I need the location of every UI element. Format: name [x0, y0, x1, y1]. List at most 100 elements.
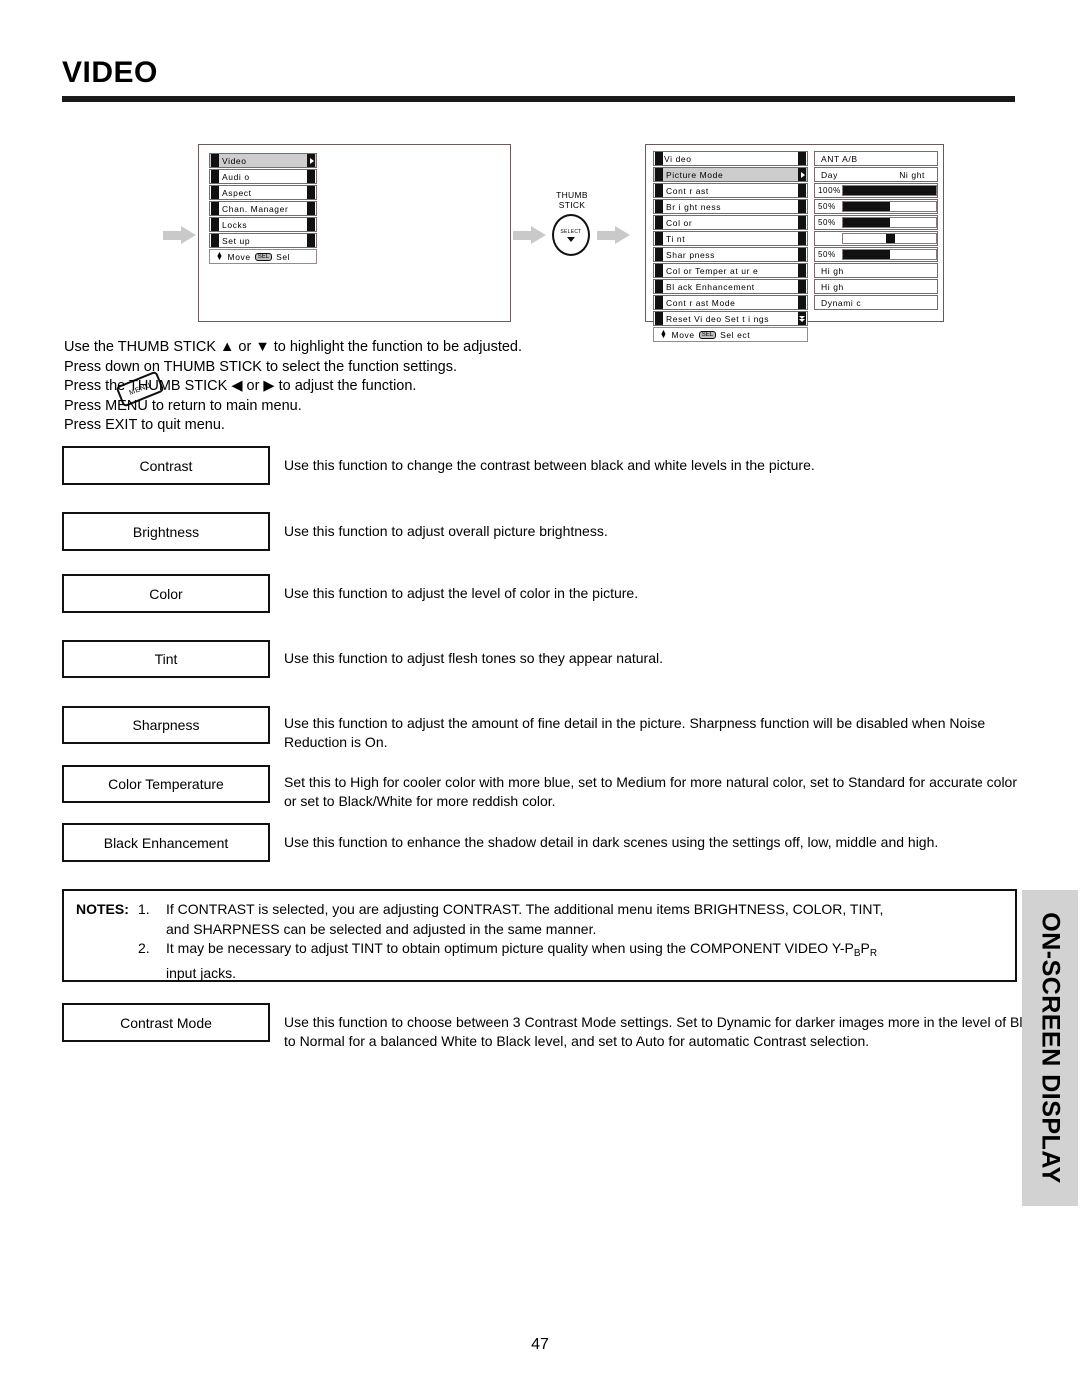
function-description: Use this function to enhance the shadow … — [284, 834, 939, 850]
slider-track[interactable] — [842, 201, 937, 212]
notes-label: NOTES: — [76, 901, 129, 917]
value-picture-mode[interactable]: Day Ni ght — [814, 167, 938, 182]
main-menu-panel: Video Audi o Aspect Chan. Manager Locks … — [198, 144, 511, 322]
video-menu-item-sharpness[interactable]: Shar pness — [653, 247, 808, 262]
function-name-box: Tint — [62, 640, 270, 678]
function-name-label: Color — [149, 585, 183, 602]
main-menu-item-audio[interactable]: Audi o — [209, 169, 317, 184]
instruction-line: Press MENU to return to main menu. — [64, 397, 302, 414]
video-menu-item-color-temperature[interactable]: Col or Temper at ur e — [653, 263, 808, 278]
slider-fill — [843, 218, 890, 227]
value-percent: 50% — [818, 250, 836, 259]
note-subscript-r: R — [869, 948, 878, 959]
slider-track[interactable] — [842, 249, 937, 260]
main-menu-item-label: Video — [222, 155, 247, 166]
video-menu-item-color[interactable]: Col or — [653, 215, 808, 230]
video-menu-item-label: Bl ack Enhancement — [666, 281, 755, 292]
function-name-label: Color Temperature — [108, 776, 224, 792]
video-menu-item-brightness[interactable]: Br i ght ness — [653, 199, 808, 214]
thumbstick-label-line1: THUMB — [556, 190, 588, 200]
flow-arrow-icon — [597, 226, 631, 244]
press-down-arrow-icon — [567, 236, 575, 242]
row-end-cap-icon — [798, 152, 806, 165]
page-number: 47 — [531, 1336, 549, 1353]
video-menu-hint-bar: ▲ ▼ Move SEL Sel ect — [653, 327, 808, 342]
function-name-box: Contrast — [62, 446, 270, 485]
video-menu-item-label: Reset Vi deo Set t i ngs — [666, 313, 770, 324]
value-contrast-mode[interactable]: Dynami c — [814, 295, 938, 310]
video-menu-item-label: Picture Mode — [666, 169, 724, 180]
row-end-cap-icon — [798, 248, 806, 261]
video-menu-item-label: Br i ght ness — [666, 201, 722, 212]
video-menu-item-contrast[interactable]: Cont r ast — [653, 183, 808, 198]
function-name-box: Contrast Mode — [62, 1003, 270, 1042]
notes-box: NOTES: 1. If CONTRAST is selected, you a… — [62, 889, 1017, 982]
row-end-cap-icon — [798, 216, 806, 229]
main-menu-item-locks[interactable]: Locks — [209, 217, 317, 232]
row-end-cap-icon — [798, 200, 806, 213]
value-color-temperature[interactable]: Hi gh — [814, 263, 938, 278]
video-menu-item-contrast-mode[interactable]: Cont r ast Mode — [653, 295, 808, 310]
video-menu-item-black-enhancement[interactable]: Bl ack Enhancement — [653, 279, 808, 294]
video-menu-item-label: Cont r ast Mode — [666, 297, 736, 308]
instruction-line: Press the THUMB STICK ◀ or ▶ to adjust t… — [64, 378, 417, 395]
note-item-2: 2. It may be necessary to adjust TINT to… — [138, 939, 1005, 964]
main-menu-item-aspect[interactable]: Aspect — [209, 185, 317, 200]
video-menu-item-picture-mode[interactable]: Picture Mode — [653, 167, 808, 182]
slider-track[interactable] — [842, 233, 937, 244]
main-menu-item-label: Aspect — [222, 187, 252, 198]
video-menu-item-reset-video-settings[interactable]: Reset Vi deo Set t i ngs — [653, 311, 808, 326]
row-end-cap-icon — [798, 280, 806, 293]
row-end-cap-icon — [798, 296, 806, 309]
main-menu-item-set-up[interactable]: Set up — [209, 233, 317, 248]
value-black-enhancement[interactable]: Hi gh — [814, 279, 938, 294]
main-menu-item-label: Locks — [222, 219, 248, 230]
value-ant-ab[interactable]: ANT A/B — [814, 151, 938, 166]
video-menu-item-tint[interactable]: Ti nt — [653, 231, 808, 246]
value-percent: 50% — [818, 218, 836, 227]
function-description: Use this function to choose between 3 Co… — [284, 1014, 1071, 1049]
row-end-cap-icon — [798, 232, 806, 245]
sel-key-icon: SEL — [698, 330, 717, 339]
slider-track[interactable] — [842, 185, 937, 196]
function-name-label: Contrast Mode — [120, 1014, 212, 1031]
row-end-cap-icon — [307, 234, 315, 247]
video-menu-header: Vi deo — [653, 151, 808, 166]
note-item-1: NOTES: 1. If CONTRAST is selected, you a… — [76, 900, 1005, 920]
function-description: Set this to High for cooler color with m… — [284, 774, 1018, 809]
value-color-slider[interactable]: 50% — [814, 215, 938, 230]
value-brightness-slider[interactable]: 50% — [814, 199, 938, 214]
value-tint-slider[interactable] — [814, 231, 938, 246]
main-menu-list: Video Audi o Aspect Chan. Manager Locks … — [209, 153, 317, 264]
video-menu-value-column: ANT A/B Day Ni ght 100% 50% 50% 50% Hi g… — [814, 151, 938, 311]
row-end-cap-icon — [307, 218, 315, 231]
up-down-arrows-icon: ▲ ▼ — [216, 250, 224, 262]
value-percent: 50% — [818, 202, 836, 211]
note-subscript-b: B — [853, 948, 861, 959]
value-contrast-slider[interactable]: 100% — [814, 183, 938, 198]
row-end-cap-icon — [798, 264, 806, 277]
main-menu-item-label: Set up — [222, 235, 251, 246]
flow-arrow-icon — [513, 226, 547, 244]
function-description: Use this function to adjust the level of… — [284, 585, 639, 601]
value-label: Dynami c — [821, 297, 862, 308]
video-menu-header-label: Vi deo — [664, 153, 692, 164]
value-sharpness-slider[interactable]: 50% — [814, 247, 938, 262]
video-menu-item-label: Ti nt — [666, 233, 686, 244]
value-percent: 100% — [818, 186, 841, 195]
main-menu-item-label: Audi o — [222, 171, 250, 182]
note-text-part: P — [860, 940, 870, 956]
function-name-label: Contrast — [139, 457, 193, 474]
value-label: ANT A/B — [821, 153, 858, 164]
scroll-down-indicator-icon — [798, 312, 806, 325]
function-description: Use this function to adjust overall pict… — [284, 523, 608, 539]
hint-select-label: Sel ect — [720, 329, 751, 340]
thumbstick-select-button[interactable]: SELECT — [552, 214, 590, 256]
sel-key-icon: SEL — [254, 252, 273, 261]
function-name-label: Black Enhancement — [103, 834, 229, 851]
chevron-right-icon — [307, 154, 315, 167]
main-menu-item-chan-manager[interactable]: Chan. Manager — [209, 201, 317, 216]
main-menu-item-video[interactable]: Video — [209, 153, 317, 168]
slider-track[interactable] — [842, 217, 937, 228]
value-label: Hi gh — [821, 281, 844, 292]
